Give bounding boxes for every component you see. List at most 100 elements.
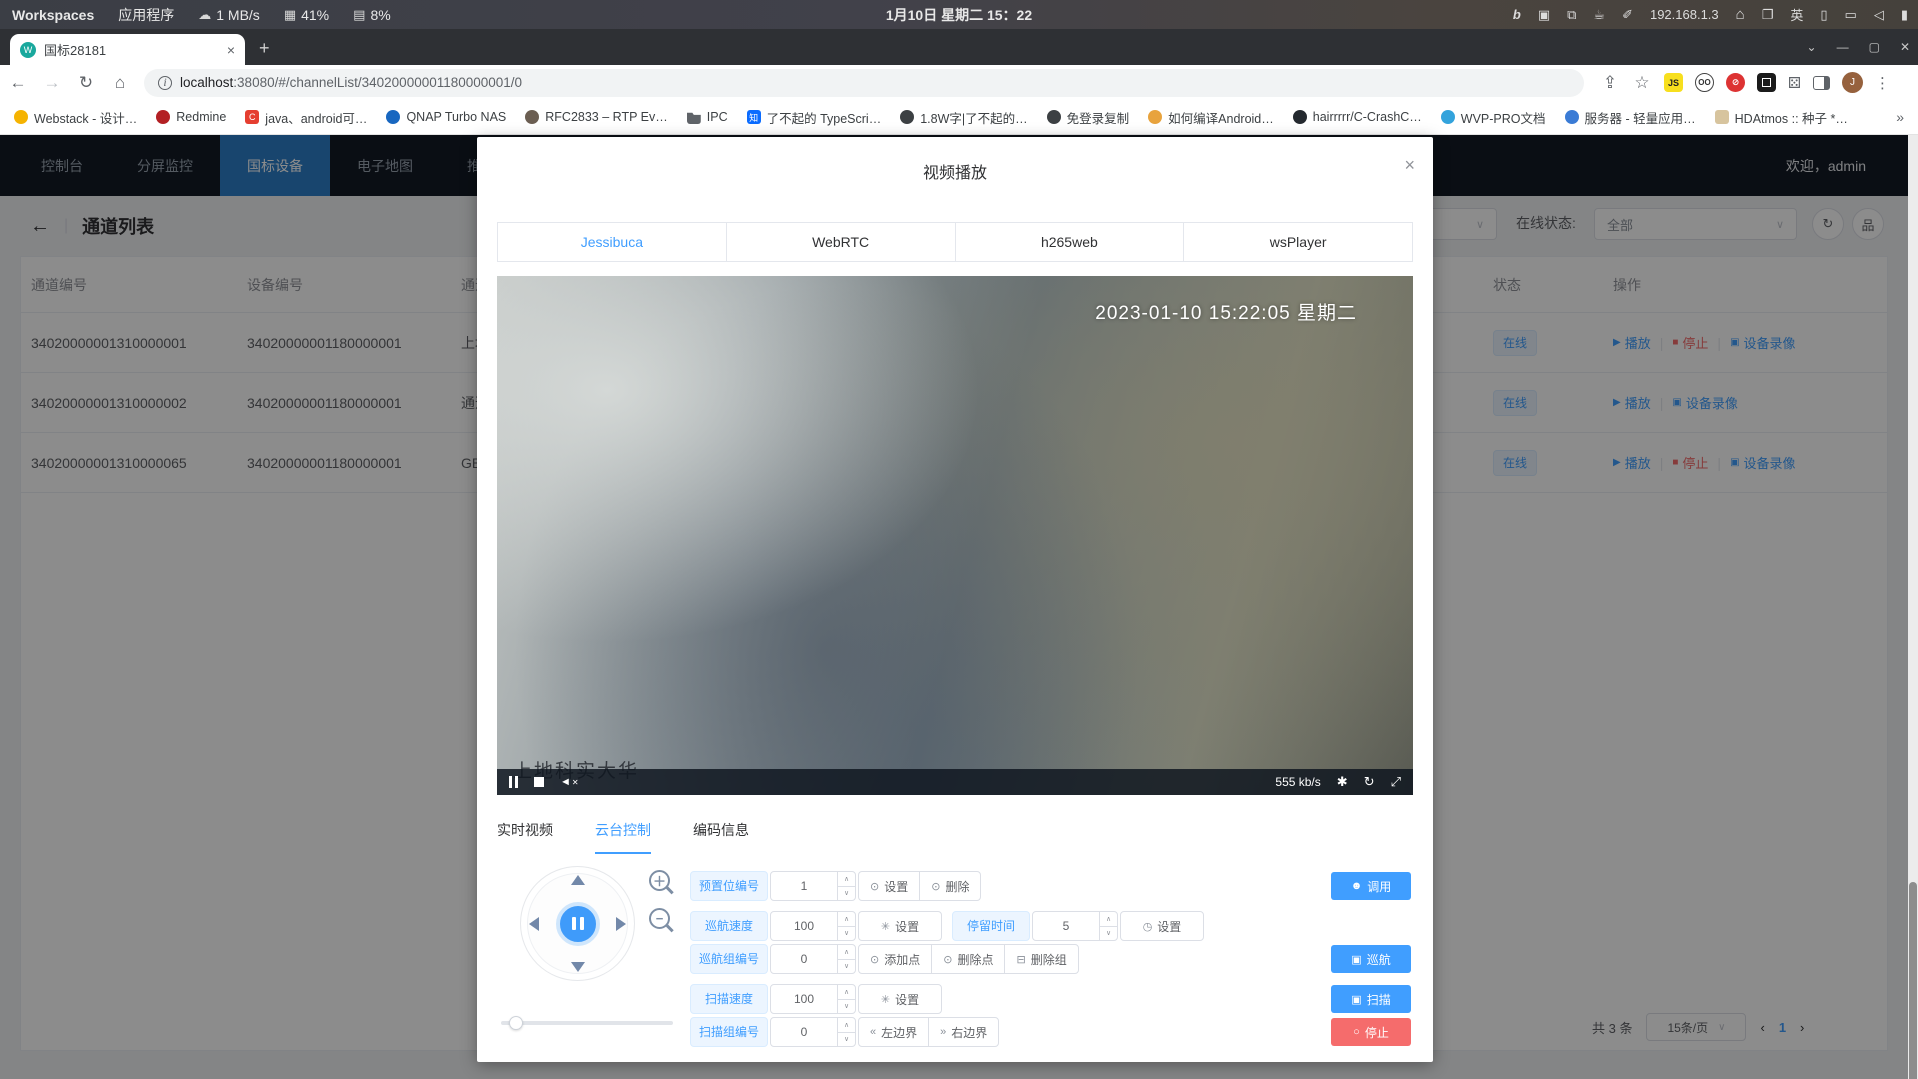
bookmark-item[interactable]: WVP-PRO文档 <box>1441 108 1546 127</box>
scan-speed-input[interactable]: 100 ∧∨ <box>770 984 856 1014</box>
bookmark-item[interactable]: RFC2833 – RTP Ev… <box>525 110 668 124</box>
tab-live-video[interactable]: 实时视频 <box>497 820 553 854</box>
spinner-up-icon[interactable]: ∧ <box>838 872 855 886</box>
scan-group-input[interactable]: 0 ∧∨ <box>770 1017 856 1047</box>
delete-group-button[interactable]: ⊟删除组 <box>1004 944 1078 974</box>
extension-blocker-icon[interactable]: ⊘ <box>1726 73 1745 92</box>
back-icon[interactable]: ← <box>8 73 28 93</box>
ptz-speed-slider[interactable] <box>501 1021 673 1025</box>
bookmark-item[interactable]: Redmine <box>156 110 226 124</box>
phone-icon[interactable]: ▯ <box>1820 7 1827 23</box>
stop-button[interactable] <box>534 777 544 787</box>
bookmark-item[interactable]: 如何编译Android… <box>1148 108 1274 127</box>
spinner-down-icon[interactable]: ∨ <box>838 886 855 901</box>
preset-number-input[interactable]: 1 ∧∨ <box>770 871 856 901</box>
ip-address[interactable]: 192.168.1.3 <box>1650 7 1719 22</box>
applications-menu[interactable]: 应用程序 <box>118 5 174 25</box>
share-icon[interactable]: ⇪ <box>1600 73 1620 93</box>
settings-aperture-icon[interactable]: ✱ <box>1337 774 1348 790</box>
spinner-up-icon[interactable]: ∧ <box>838 985 855 999</box>
extension-square-icon[interactable] <box>1757 73 1776 92</box>
forward-icon[interactable]: → <box>42 73 62 93</box>
ptz-center-button[interactable] <box>556 902 600 946</box>
bookmark-item[interactable]: HDAtmos :: 种子 *… <box>1715 108 1848 127</box>
zoom-out-button[interactable]: − <box>649 908 670 929</box>
tab-close-icon[interactable]: × <box>227 42 235 58</box>
slider-knob[interactable] <box>509 1016 523 1030</box>
tab-h265web[interactable]: h265web <box>955 223 1184 261</box>
input-language[interactable]: 英 <box>1790 5 1803 24</box>
window-badge-icon[interactable]: ▣ <box>1538 7 1550 23</box>
tab-codec-info[interactable]: 编码信息 <box>693 820 749 854</box>
right-bound-button[interactable]: »右边界 <box>928 1017 999 1047</box>
cruise-speed-input[interactable]: 100 ∧∨ <box>770 911 856 941</box>
stay-time-set-button[interactable]: ◷设置 <box>1120 911 1204 941</box>
cruise-speed-set-button[interactable]: ✳设置 <box>858 911 942 941</box>
ptz-stop-button[interactable]: ○停止 <box>1331 1018 1411 1046</box>
tab-webrtc[interactable]: WebRTC <box>726 223 955 261</box>
side-panel-icon[interactable] <box>1813 76 1830 90</box>
spinner-up-icon[interactable]: ∧ <box>1100 912 1117 926</box>
spinner-down-icon[interactable]: ∨ <box>838 999 855 1014</box>
add-point-button[interactable]: ⊙添加点 <box>858 944 932 974</box>
bookmark-item[interactable]: IPC <box>687 110 728 124</box>
clock[interactable]: 1月10日 星期二 15：22 <box>886 5 1032 25</box>
spinner-down-icon[interactable]: ∨ <box>838 1032 855 1047</box>
delete-point-button[interactable]: ⊙删除点 <box>931 944 1005 974</box>
ptz-right-icon[interactable] <box>616 917 626 931</box>
scrollbar-thumb[interactable] <box>1909 882 1917 1079</box>
preset-call-button[interactable]: ☻调用 <box>1331 872 1411 900</box>
ptz-direction-pad[interactable] <box>520 866 635 981</box>
profile-avatar[interactable]: J <box>1842 72 1863 93</box>
bookmark-item[interactable]: QNAP Turbo NAS <box>386 110 506 124</box>
workspaces-button[interactable]: Workspaces <box>12 7 94 23</box>
bookmark-item[interactable]: Cjava、android可… <box>245 108 367 127</box>
coffee-icon[interactable]: ☕ <box>1593 7 1605 23</box>
extension-oo-icon[interactable]: OO <box>1695 73 1714 92</box>
browser-scrollbar[interactable] <box>1908 135 1918 1079</box>
bookmark-item[interactable]: 免登录复制 <box>1047 108 1130 127</box>
preset-set-button[interactable]: ⊙设置 <box>858 871 920 901</box>
scan-start-button[interactable]: ▣扫描 <box>1331 985 1411 1013</box>
spinner-down-icon[interactable]: ∨ <box>838 926 855 941</box>
stay-time-input[interactable]: 5 ∧∨ <box>1032 911 1118 941</box>
window-close-icon[interactable]: ✕ <box>1900 40 1910 54</box>
site-info-icon[interactable]: i <box>158 76 172 90</box>
tab-wsplayer[interactable]: wsPlayer <box>1183 223 1412 261</box>
cruise-group-input[interactable]: 0 ∧∨ <box>770 944 856 974</box>
bookmark-item[interactable]: 服务器 - 轻量应用… <box>1565 108 1696 127</box>
window-minimize-icon[interactable]: — <box>1837 40 1849 54</box>
left-bound-button[interactable]: «左边界 <box>858 1017 929 1047</box>
spinner-up-icon[interactable]: ∧ <box>838 912 855 926</box>
clipboard-icon[interactable]: ⧉ <box>1567 7 1576 23</box>
fullscreen-icon[interactable]: ⤢ <box>1391 774 1401 790</box>
tab-ptz-control[interactable]: 云台控制 <box>595 820 651 854</box>
url-field[interactable]: i localhost:38080/#/channelList/34020000… <box>144 69 1584 97</box>
bookmark-item[interactable]: 知了不起的 TypeScri… <box>747 108 882 127</box>
cruise-start-button[interactable]: ▣巡航 <box>1331 945 1411 973</box>
spinner-up-icon[interactable]: ∧ <box>838 1018 855 1032</box>
browser-tab[interactable]: W 国标28181 × <box>10 34 245 65</box>
mute-icon[interactable]: ◄✕ <box>560 776 579 788</box>
home-button-icon[interactable]: ⌂ <box>110 73 130 93</box>
ptz-up-icon[interactable] <box>571 875 585 885</box>
reload-stream-icon[interactable]: ↻ <box>1364 774 1375 790</box>
bookmark-item[interactable]: 1.8W字|了不起的… <box>900 108 1027 127</box>
bookmark-item[interactable]: Webstack - 设计… <box>14 108 137 127</box>
pause-button[interactable] <box>509 776 518 788</box>
ptz-left-icon[interactable] <box>529 917 539 931</box>
tab-search-icon[interactable]: ⌄ <box>1807 40 1817 54</box>
video-player[interactable]: 2023-01-10 15:22:05 星期二 上地科实大华 ◄✕ 555 kb… <box>497 276 1413 795</box>
reload-icon[interactable]: ↻ <box>76 73 96 93</box>
window-maximize-icon[interactable]: ▢ <box>1869 40 1880 54</box>
browser-menu-icon[interactable]: ⋮ <box>1875 74 1890 92</box>
volume-icon[interactable]: ◁ <box>1874 7 1884 23</box>
new-tab-button[interactable]: + <box>259 38 270 59</box>
ptz-down-icon[interactable] <box>571 962 585 972</box>
spinner-down-icon[interactable]: ∨ <box>1100 926 1117 941</box>
extension-js-icon[interactable]: JS <box>1664 73 1683 92</box>
preset-delete-button[interactable]: ⊙删除 <box>919 871 981 901</box>
windows-icon[interactable]: ❐ <box>1762 7 1774 23</box>
app-indicator-icon[interactable]: b <box>1513 7 1521 22</box>
battery-icon[interactable]: ▮ <box>1901 7 1908 23</box>
